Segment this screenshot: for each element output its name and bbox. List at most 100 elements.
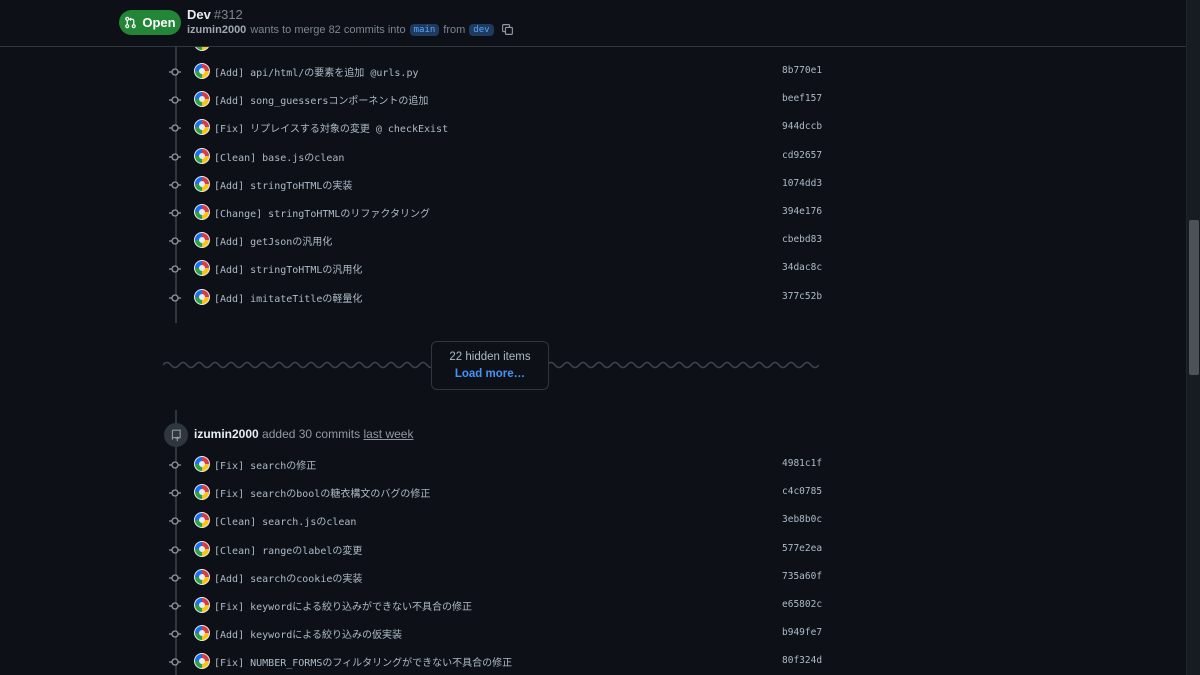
commit-sha[interactable]: cd92657 xyxy=(782,150,822,161)
commit-message[interactable]: [Add] stringToHTMLの汎用化 xyxy=(214,261,362,276)
git-commit-icon xyxy=(169,237,181,245)
commit-row[interactable]: [Clean] search.jsのclean 3eb8b0c xyxy=(164,510,824,532)
commit-message[interactable]: [Add] imitateTitleの軽量化 xyxy=(214,290,362,305)
git-commit-icon xyxy=(169,517,181,526)
commit-sha[interactable]: 8b770e1 xyxy=(782,65,822,76)
copy-icon[interactable] xyxy=(501,23,514,36)
commit-sha[interactable]: 377c52b xyxy=(782,291,822,302)
commit-row[interactable]: [Fix] リプレイスする対象の変更 @ checkExist 944dccb xyxy=(164,117,824,139)
commit-row[interactable]: [Add] imitateTitleの軽量化 377c52b xyxy=(164,287,824,309)
head-branch[interactable]: dev xyxy=(469,23,494,36)
commit-message[interactable]: [Add] keywordによる絞り込みの仮実装 xyxy=(214,626,402,641)
commit-message[interactable]: [Add] stringToHTMLの実装 xyxy=(214,177,352,192)
avatar[interactable] xyxy=(194,91,210,108)
commit-message[interactable]: [Add] getJsonの汎用化 xyxy=(214,233,332,248)
avatar[interactable] xyxy=(194,175,210,192)
avatar[interactable] xyxy=(194,63,210,79)
commit-row[interactable]: [Fix] searchのboolの糖衣構文のバグの修正 c4c0785 xyxy=(164,482,824,504)
base-branch[interactable]: main xyxy=(409,23,440,36)
commit-sha[interactable]: 34dac8c xyxy=(782,262,822,273)
git-commit-icon xyxy=(169,630,181,638)
commit-sha[interactable]: cbebd83 xyxy=(782,234,822,245)
pr-author-link[interactable]: izumin2000 xyxy=(187,24,246,36)
hidden-items-box: 22 hidden items Load more… xyxy=(431,341,549,390)
git-commit-icon xyxy=(169,461,181,469)
commit-sha[interactable]: 3eb8b0c xyxy=(782,514,822,525)
avatar[interactable] xyxy=(194,597,210,613)
page-scrollbar[interactable] xyxy=(1186,0,1200,675)
avatar[interactable] xyxy=(194,288,210,305)
commit-sha[interactable]: 735a60f xyxy=(782,571,822,582)
commit-sha[interactable]: 577e2ea xyxy=(782,543,822,554)
git-commit-icon xyxy=(169,209,181,217)
git-pull-request-icon xyxy=(125,16,137,29)
avatar[interactable] xyxy=(194,540,210,557)
commit-message[interactable]: [Fix] リプレイスする対象の変更 @ checkExist xyxy=(214,120,448,135)
commit-row[interactable]: [Fix] NUMBER_FORMSのフィルタリングができない不具合の修正 80f… xyxy=(164,651,824,673)
git-commit-icon xyxy=(169,489,181,497)
commit-message[interactable]: [Fix] keywordによる絞り込みができない不具合の修正 xyxy=(214,598,472,613)
avatar[interactable] xyxy=(194,147,210,164)
commit-row[interactable]: [Add] stringToHTMLの汎用化 34dac8c xyxy=(164,258,824,280)
commit-row[interactable]: [Change] stringToHTMLのリファクタリング 394e176 xyxy=(164,202,824,224)
git-commit-icon xyxy=(169,181,181,189)
pr-state-badge: Open xyxy=(119,10,181,35)
commit-message[interactable]: [Add] searchのcookieの実装 xyxy=(214,570,362,585)
avatar[interactable] xyxy=(194,232,210,249)
commit-row[interactable]: [Add] keywordによる絞り込みの仮実装 b949fe7 xyxy=(164,623,824,645)
commit-sha[interactable]: e65802c xyxy=(782,599,822,610)
load-more-button[interactable]: Load more… xyxy=(432,368,548,380)
avatar[interactable] xyxy=(194,568,210,585)
avatar[interactable] xyxy=(194,119,210,136)
git-commit-icon xyxy=(169,545,181,554)
timeline-line-mid xyxy=(175,410,177,424)
pr-number: #312 xyxy=(213,7,243,22)
pr-sticky-header: Open Dev #312 izumin2000 wants to merge 8… xyxy=(0,0,1186,47)
avatar[interactable] xyxy=(194,484,210,501)
avatar[interactable] xyxy=(194,625,210,642)
git-commit-icon xyxy=(169,68,181,76)
git-commit-icon xyxy=(169,265,181,274)
commit-sha[interactable]: 80f324d xyxy=(782,655,822,666)
commit-sha[interactable]: beef157 xyxy=(782,93,822,104)
commit-row[interactable]: [Add] song_guessersコンポーネントの追加 beef157 xyxy=(164,89,824,111)
commit-row[interactable]: [Fix] keywordによる絞り込みができない不具合の修正 e65802c xyxy=(164,595,824,617)
commit-sha[interactable]: 394e176 xyxy=(782,206,822,217)
commit-row[interactable]: [Add] stringToHTMLの実装 1074dd3 xyxy=(164,174,824,196)
commit-row[interactable]: [Clean] rangeのlabelの変更 577e2ea xyxy=(164,539,824,561)
commit-row[interactable]: [Add] getJsonの汎用化 cbebd83 xyxy=(164,230,824,252)
commit-row[interactable]: [Add] searchのcookieの実装 735a60f xyxy=(164,567,824,589)
push-event-text: izumin2000 added 30 commits last week xyxy=(194,427,413,441)
commit-message[interactable]: [Fix] searchの修正 xyxy=(214,457,316,472)
event-author-link[interactable]: izumin2000 xyxy=(194,427,259,441)
git-commit-icon xyxy=(169,152,181,161)
commit-message[interactable]: [Fix] searchのboolの糖衣構文のバグの修正 xyxy=(214,485,430,500)
commit-message[interactable]: [Change] stringToHTMLのリファクタリング xyxy=(214,205,430,220)
commit-row[interactable]: [Add] api/html/の要素を追加 @urls.py 8b770e1 xyxy=(164,61,824,83)
commit-row[interactable]: [Fix] searchの修正 4981c1f xyxy=(164,454,824,476)
commit-message[interactable]: [Clean] rangeのlabelの変更 xyxy=(214,542,362,557)
scrollbar-thumb[interactable] xyxy=(1189,220,1199,375)
commit-sha[interactable]: 4981c1f xyxy=(782,458,822,469)
commit-row[interactable]: [Clean] base.jsのclean cd92657 xyxy=(164,146,824,168)
commit-sha[interactable]: 944dccb xyxy=(782,121,822,132)
commit-sha[interactable]: 1074dd3 xyxy=(782,178,822,189)
avatar[interactable] xyxy=(194,204,210,220)
avatar[interactable] xyxy=(194,260,210,277)
commit-message[interactable]: [Clean] search.jsのclean xyxy=(214,513,356,528)
avatar[interactable] xyxy=(194,512,210,529)
commit-message[interactable]: [Clean] base.jsのclean xyxy=(214,149,344,164)
avatar[interactable] xyxy=(194,653,210,670)
pr-title-text[interactable]: Dev xyxy=(187,7,211,22)
event-time-link[interactable]: last week xyxy=(363,427,413,441)
git-commit-icon xyxy=(169,602,181,610)
commit-message[interactable]: [Fix] NUMBER_FORMSのフィルタリングができない不具合の修正 xyxy=(214,654,512,669)
commit-sha[interactable]: b949fe7 xyxy=(782,627,822,638)
avatar[interactable] xyxy=(194,456,210,472)
commit-message[interactable]: [Add] song_guessersコンポーネントの追加 xyxy=(214,92,428,107)
repo-push-icon xyxy=(164,423,188,447)
pr-title[interactable]: Dev #312 xyxy=(187,7,243,22)
commit-sha[interactable]: c4c0785 xyxy=(782,486,822,497)
commit-message[interactable]: [Add] api/html/の要素を追加 @urls.py xyxy=(214,64,419,79)
pr-merge-text: wants to merge 82 commits into xyxy=(250,23,406,36)
